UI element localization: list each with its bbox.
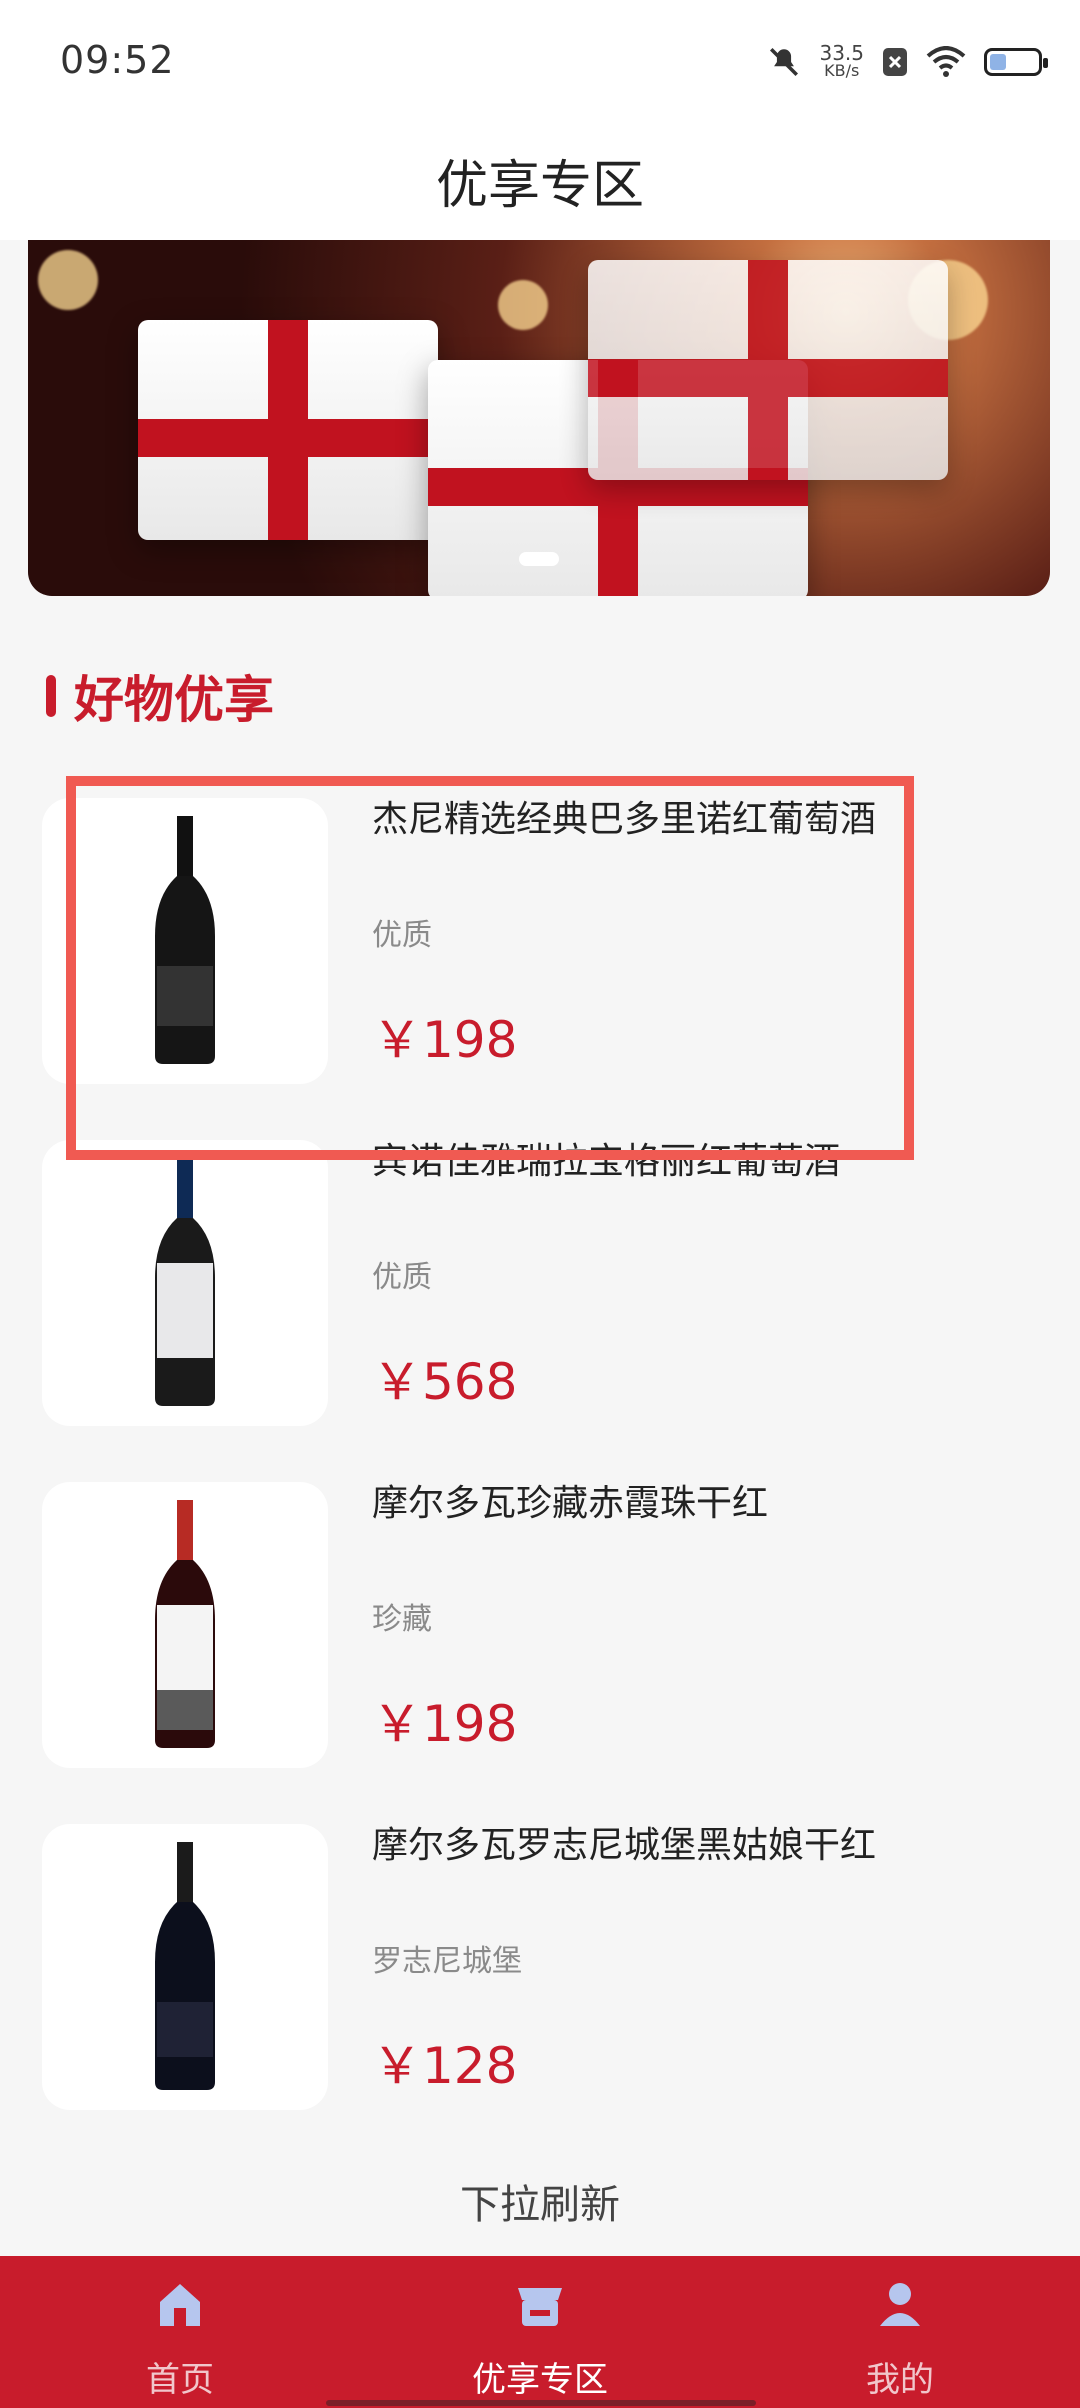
banner-bokeh	[38, 250, 98, 310]
network-speed-unit: KB/s	[824, 61, 860, 80]
promo-banner[interactable]	[28, 240, 1050, 596]
nav-home-label: 首页	[146, 2360, 214, 2400]
wine-bottle-icon	[155, 1158, 215, 1406]
mute-icon	[770, 47, 799, 77]
battery-level	[990, 54, 1006, 70]
section-title: 好物优享	[74, 671, 274, 729]
nav-mine[interactable]: 我的	[800, 2274, 1000, 2401]
page-header: 优享专区	[0, 120, 1080, 240]
selection-highlight	[66, 776, 914, 1160]
product-item[interactable]: 宾诺佳雅瑞拉宝格丽红葡萄酒 优质 ￥568	[0, 1132, 1080, 1432]
status-bar: 09:52 33.5 KB/s	[0, 0, 1080, 120]
store-icon	[518, 2288, 562, 2326]
home-icon	[160, 2284, 200, 2326]
product-item[interactable]: 摩尔多瓦珍藏赤霞珠干红 珍藏 ￥198	[0, 1474, 1080, 1774]
section-header: 好物优享	[46, 660, 274, 732]
nav-mine-label: 我的	[866, 2360, 934, 2400]
product-name: 摩尔多瓦罗志尼城堡黑姑娘干红	[372, 1825, 877, 1866]
user-icon	[880, 2283, 920, 2326]
product-image	[42, 1140, 328, 1426]
gift-box-left	[138, 320, 438, 540]
product-price: ￥568	[372, 1353, 518, 1411]
product-image	[42, 1482, 328, 1768]
product-tag: 优质	[372, 1260, 432, 1295]
close-badge-icon	[883, 48, 907, 76]
gift-box-right	[588, 260, 948, 480]
page-title: 优享专区	[435, 155, 644, 216]
bottom-navigation: 首页 优享专区 我的	[0, 2256, 1080, 2408]
section-accent-bar	[46, 675, 56, 717]
wifi-icon	[926, 46, 966, 77]
wine-bottle-icon	[155, 1500, 215, 1748]
nav-home[interactable]: 首页	[80, 2274, 280, 2401]
wine-bottle-icon	[155, 1842, 215, 2090]
product-item[interactable]: 摩尔多瓦罗志尼城堡黑姑娘干红 罗志尼城堡 ￥128	[0, 1816, 1080, 2116]
product-image	[42, 1824, 328, 2110]
network-speed-value: 33.5	[819, 41, 864, 65]
product-name: 摩尔多瓦珍藏赤霞珠干红	[372, 1483, 769, 1524]
product-price: ￥198	[372, 1695, 518, 1753]
pull-to-refresh-text: 下拉刷新	[460, 2182, 620, 2228]
nav-featured[interactable]: 优享专区	[440, 2274, 640, 2401]
nav-featured-label: 优享专区	[472, 2360, 608, 2400]
status-icons: 33.5 KB/s	[767, 41, 1048, 82]
status-time: 09:52	[60, 38, 175, 82]
product-price: ￥128	[372, 2037, 518, 2095]
battery-icon	[984, 48, 1048, 76]
home-indicator[interactable]	[326, 2400, 756, 2406]
banner-bokeh	[498, 280, 548, 330]
banner-page-indicator	[519, 552, 559, 566]
product-tag: 罗志尼城堡	[372, 1944, 522, 1979]
network-speed: 33.5 KB/s	[819, 41, 864, 80]
product-tag: 珍藏	[372, 1602, 432, 1637]
